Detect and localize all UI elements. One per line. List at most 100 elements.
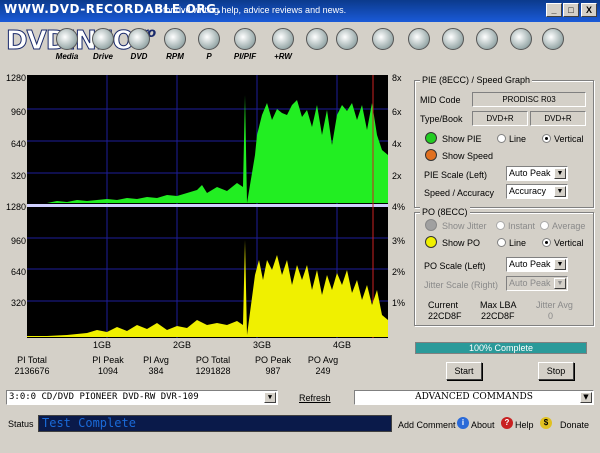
dc-icon [372,28,394,50]
p-icon [198,28,220,50]
x-tick: 4GB [333,340,352,350]
po-avg-value: 249 [315,366,331,376]
pi-avg-label: PI Avg [143,355,169,365]
status-display: Test Complete [38,415,392,432]
disc-tools-icon [306,28,328,50]
toolbar-magic-button[interactable] [334,28,360,68]
advanced-commands-select[interactable]: ADVANCED COMMANDS ▼ [354,390,594,405]
close-button[interactable]: X [581,3,597,17]
max-lba-label: Max LBA [480,300,517,310]
pie-scale-label: PIE Scale (Left) [424,170,488,180]
type-book-label: Type/Book [420,114,463,124]
stats-row: PI Total 2136676 PI Peak 1094 PI Avg 384… [8,355,398,379]
chevron-down-icon: ▼ [580,392,592,403]
donate-icon[interactable]: $ [540,417,552,429]
po-vertical-label: Vertical [554,238,584,248]
pi-peak-value: 1094 [97,366,119,376]
site-tagline: for dvd writing help, advice reviews and… [163,5,347,15]
help-link[interactable]: Help [515,420,534,430]
pi-avg-value: 384 [148,366,164,376]
pie-po-graph [27,75,388,338]
pie-color-swatch[interactable] [425,132,437,144]
pi-peak-label: PI Peak [92,355,124,365]
add-comment-link[interactable]: Add Comment [398,420,456,430]
show-jitter-label: Show Jitter [442,221,487,231]
bottom-y-tick: 960 [10,236,26,246]
about-icon[interactable]: i [457,417,469,429]
speed-accuracy-select[interactable]: Accuracy ▼ [506,184,568,199]
chevron-down-icon: ▼ [554,168,566,179]
pie-vertical-label: Vertical [554,134,584,144]
jitter-instant-radio [496,221,505,230]
toolbar-disc-tools-button[interactable] [304,28,330,68]
po-scale-label: PO Scale (Left) [424,261,486,271]
media-icon [56,28,78,50]
jitter-instant-label: Instant [508,221,536,231]
toolbar-drive-button[interactable]: Drive [86,28,120,68]
toolbar-skip-button[interactable] [508,28,534,68]
speed-accuracy-label: Speed / Accuracy [424,188,495,198]
toolbar-camera-button[interactable] [440,28,466,68]
po-line-label: Line [509,238,527,248]
maximize-button[interactable]: □ [563,3,579,17]
mid-y-tick: 1280 [5,202,26,212]
status-label: Status [8,419,34,429]
about-link[interactable]: About [471,420,495,430]
toolbar-stop-button[interactable] [540,28,566,68]
stop-button[interactable]: Stop [538,362,574,380]
toolbar-media-button[interactable]: Media [50,28,84,68]
jitter-average-radio [540,221,549,230]
type-field: DVD+R [472,111,528,126]
drive-select[interactable]: 3:0:0 CD/DVD PIONEER DVD-RW DVR-109 ▼ [6,390,278,405]
pi-total-value: 2136676 [14,366,50,376]
speed-color-swatch[interactable] [425,149,437,161]
progress-text: 100% Complete [468,343,534,353]
drive-icon [92,28,114,50]
bottom-y-tick: 640 [10,267,26,277]
show-speed-label: Show Speed [442,151,494,161]
top-r-tick: 4x [392,139,402,149]
po-total-label: PO Total [195,355,231,365]
jitter-scale-label: Jitter Scale (Right) [424,280,499,290]
notes-icon [408,28,430,50]
pie-scale-select[interactable]: Auto Peak ▼ [506,166,568,181]
toolbar-dvd-button[interactable]: DVD [122,28,156,68]
po-color-swatch[interactable] [425,236,437,248]
bottom-y-tick: 320 [10,298,26,308]
refresh-link[interactable]: Refresh [299,393,331,403]
stop-square-icon [542,28,564,50]
mid-code-field: PRODISC R03 [472,92,586,107]
start-button[interactable]: Start [446,362,482,380]
toolbar-rpm-button[interactable]: RPM [158,28,192,68]
toolbar-notes-button[interactable] [406,28,432,68]
x-tick: 2GB [173,340,192,350]
bottom-r-tick: 3% [392,236,406,246]
donate-link[interactable]: Donate [560,420,589,430]
jitter-avg-value: 0 [548,311,554,321]
po-vertical-radio[interactable] [542,238,551,247]
top-y-tick: 640 [10,139,26,149]
bottom-r-tick: 2% [392,267,406,277]
chevron-down-icon: ▼ [554,278,566,289]
toolbar-rw-button[interactable]: +RW [266,28,300,68]
minimize-button[interactable]: _ [546,3,562,17]
toolbar-dc-button[interactable] [370,28,396,68]
pie-vertical-radio[interactable] [542,134,551,143]
po-scale-select[interactable]: Auto Peak ▼ [506,257,568,272]
pie-line-label: Line [509,134,527,144]
jitter-scale-select: Auto Peak ▼ [506,276,568,291]
current-label: Current [428,300,459,310]
toolbar-edit-button[interactable] [474,28,500,68]
pie-line-radio[interactable] [497,134,506,143]
help-icon[interactable]: ? [501,417,513,429]
po-avg-label: PO Avg [307,355,339,365]
rw-icon [272,28,294,50]
po-line-radio[interactable] [497,238,506,247]
toolbar-pipif-button[interactable]: PI/PIF [228,28,262,68]
current-value: 22CD8F [428,311,462,321]
toolbar-p-button[interactable]: P [192,28,226,68]
progress-bar: 100% Complete [415,342,587,354]
dvd-icon [128,28,150,50]
chevron-down-icon: ▼ [264,392,276,403]
show-po-label: Show PO [442,238,481,248]
